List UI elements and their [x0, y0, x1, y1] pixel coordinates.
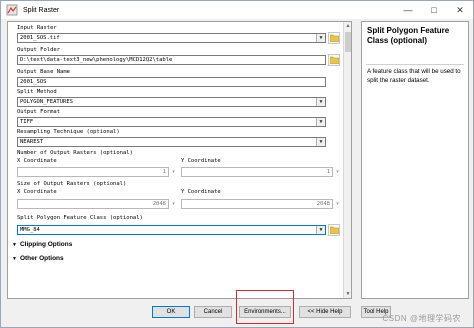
minimize-icon[interactable]: — — [395, 1, 421, 19]
chevron-down-icon[interactable]: ▼ — [344, 290, 351, 298]
window-title: Split Raster — [23, 6, 60, 14]
clipping-options-section[interactable]: ▼ Clipping Options — [12, 241, 72, 248]
output-base-name-label: Output Base Name — [17, 69, 70, 75]
chevron-down-icon: ▼ — [12, 241, 17, 248]
split-polygon-label: Split Polygon Feature Class (optional) — [17, 215, 143, 221]
resampling-label: Resampling Technique (optional) — [17, 129, 120, 135]
folder-icon[interactable] — [328, 32, 340, 44]
chevron-down-icon[interactable]: ▾ — [170, 167, 177, 177]
ok-button[interactable]: OK — [152, 306, 190, 318]
chevron-down-icon[interactable]: ▼ — [316, 98, 325, 106]
chevron-down-icon: ▼ — [12, 255, 17, 262]
cancel-button[interactable]: Cancel — [194, 306, 232, 318]
parameters-pane: Input Raster 2001_SOS.tif ▼ Output Folde… — [7, 21, 352, 299]
chevron-down-icon[interactable]: ▼ — [316, 118, 325, 126]
environments-highlight — [236, 290, 294, 324]
help-title: Split Polygon Feature Class (optional) — [367, 26, 450, 45]
input-raster-value: 2001_SOS.tif — [20, 35, 60, 41]
num-y-coordinate-field[interactable]: 1 — [181, 167, 333, 177]
size-y-coordinate-label: Y Coordinate — [181, 189, 221, 195]
split-method-value: POLYGON_FEATURES — [20, 99, 73, 105]
folder-icon[interactable] — [328, 224, 340, 236]
chevron-down-icon[interactable]: ▼ — [316, 34, 325, 42]
resampling-select[interactable]: NEAREST ▼ — [17, 137, 326, 147]
size-y-coordinate-field[interactable]: 2048 — [181, 199, 333, 209]
input-raster-label: Input Raster — [17, 25, 57, 31]
size-output-rasters-label: Size of Output Rasters (optional) — [17, 181, 127, 187]
chevron-down-icon[interactable]: ▾ — [170, 199, 177, 209]
parameters-scrollbar[interactable]: ▲ ▼ — [343, 22, 351, 298]
help-pane: Split Polygon Feature Class (optional) A… — [361, 21, 469, 299]
help-divider — [366, 64, 464, 65]
help-body: A feature class that will be used to spl… — [367, 68, 461, 84]
input-raster-field[interactable]: 2001_SOS.tif ▼ — [17, 33, 326, 43]
watermark: CSDN @地理学码农 — [382, 314, 461, 323]
output-folder-label: Output Folder — [17, 47, 61, 53]
num-x-coordinate-field[interactable]: 1 — [17, 167, 169, 177]
size-x-coordinate-label: X Coordinate — [17, 189, 57, 195]
chevron-down-icon[interactable]: ▼ — [316, 138, 325, 146]
other-options-label: Other Options — [19, 255, 64, 262]
chevron-down-icon[interactable]: ▾ — [334, 167, 341, 177]
output-base-name-field[interactable]: 2001_SOS — [17, 77, 326, 87]
clipping-options-label: Clipping Options — [19, 241, 73, 248]
split-raster-window: Split Raster — □ ✕ Input Raster 2001_SOS… — [0, 0, 474, 328]
folder-icon[interactable] — [328, 54, 340, 66]
chevron-up-icon[interactable]: ▲ — [344, 22, 351, 30]
scrollbar-thumb[interactable] — [345, 32, 351, 52]
output-format-label: Output Format — [17, 109, 61, 115]
chevron-down-icon[interactable]: ▾ — [334, 199, 341, 209]
split-polygon-field[interactable]: MMG_84 ▼ — [17, 225, 326, 235]
maximize-icon[interactable]: □ — [421, 1, 447, 19]
resampling-value: NEAREST — [20, 139, 44, 145]
split-method-label: Split Method — [17, 89, 57, 95]
title-bar: Split Raster — □ ✕ — [1, 1, 473, 19]
num-output-rasters-label: Number of Output Rasters (optional) — [17, 150, 133, 156]
size-x-coordinate-field[interactable]: 2048 — [17, 199, 169, 209]
split-polygon-value: MMG_84 — [20, 227, 40, 233]
close-icon[interactable]: ✕ — [447, 1, 473, 19]
app-icon — [6, 4, 18, 16]
output-folder-field[interactable]: D:\text\data-text3_new\phenology\MCD12Q2… — [17, 55, 326, 65]
num-y-coordinate-label: Y Coordinate — [181, 158, 221, 164]
output-format-select[interactable]: TIFF ▼ — [17, 117, 326, 127]
output-format-value: TIFF — [20, 119, 34, 125]
chevron-down-icon[interactable]: ▼ — [316, 226, 325, 234]
split-method-select[interactable]: POLYGON_FEATURES ▼ — [17, 97, 326, 107]
other-options-section[interactable]: ▼ Other Options — [12, 255, 64, 262]
hide-help-button[interactable]: << Hide Help — [299, 306, 351, 318]
num-x-coordinate-label: X Coordinate — [17, 158, 57, 164]
